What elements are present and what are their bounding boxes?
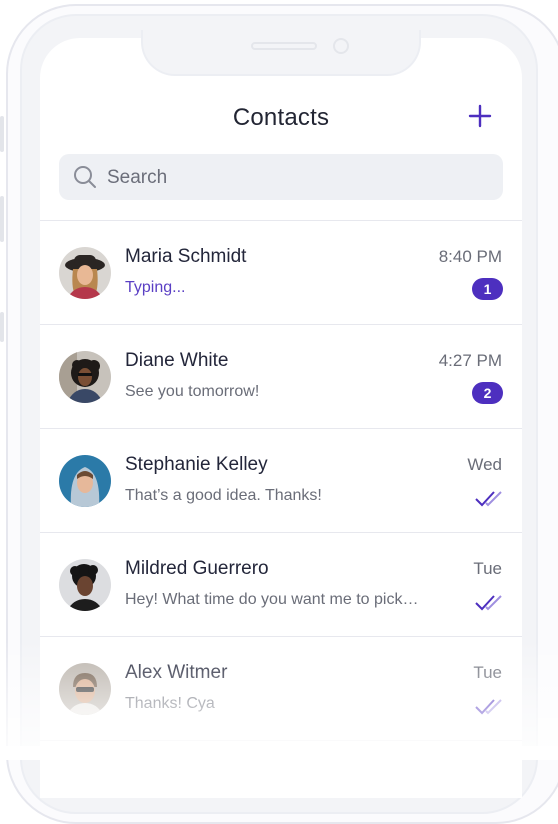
plus-icon — [468, 104, 492, 128]
avatar — [59, 663, 111, 715]
message-time: Tue — [473, 559, 502, 578]
search-input[interactable] — [105, 154, 489, 202]
last-message: That’s a good idea. Thanks! — [125, 487, 322, 504]
message-time: Tue — [473, 663, 502, 682]
double-check-icon — [475, 491, 502, 507]
avatar — [59, 455, 111, 507]
typing-indicator: Typing... — [125, 279, 186, 296]
double-check-icon — [475, 595, 502, 611]
unread-badge: 2 — [472, 382, 503, 404]
contact-list: Maria Schmidt Typing... 8:40 PM 1 Diane — [40, 220, 522, 741]
contact-row-maria-schmidt[interactable]: Maria Schmidt Typing... 8:40 PM 1 — [40, 221, 522, 325]
message-time: 8:40 PM — [438, 247, 502, 266]
contact-name: Alex Witmer — [125, 662, 228, 683]
bottom-edge — [0, 746, 558, 760]
contact-row-alex-witmer[interactable]: Alex Witmer Thanks! Cya Tue — [40, 637, 522, 741]
contact-name: Maria Schmidt — [125, 246, 247, 267]
speaker-icon — [251, 42, 317, 50]
search-icon — [74, 166, 96, 188]
phone-side-button — [0, 196, 4, 242]
phone-side-button — [0, 312, 4, 342]
last-message: Thanks! Cya — [125, 695, 215, 712]
avatar — [59, 247, 111, 299]
contact-name: Stephanie Kelley — [125, 454, 268, 475]
avatar — [59, 559, 111, 611]
phone-notch — [141, 30, 421, 76]
message-time: 4:27 PM — [438, 351, 502, 370]
app-screen: Contacts Maria — [40, 38, 522, 798]
add-contact-button[interactable] — [468, 104, 492, 128]
camera-icon — [333, 38, 349, 54]
last-message: See you tomorrow! — [125, 383, 260, 400]
search-bar[interactable] — [59, 154, 503, 202]
contact-row-stephanie-kelley[interactable]: Stephanie Kelley That’s a good idea. Tha… — [40, 429, 522, 533]
double-check-icon — [475, 699, 502, 715]
message-time: Wed — [467, 455, 502, 474]
avatar — [59, 351, 111, 403]
contact-name: Mildred Guerrero — [125, 558, 269, 579]
last-message: Hey! What time do you want me to pick… — [125, 591, 419, 608]
phone-side-button — [0, 116, 4, 152]
page-title: Contacts — [232, 104, 330, 131]
contact-name: Diane White — [125, 350, 229, 371]
unread-badge: 1 — [472, 278, 503, 300]
contact-row-mildred-guerrero[interactable]: Mildred Guerrero Hey! What time do you w… — [40, 533, 522, 637]
contact-row-diane-white[interactable]: Diane White See you tomorrow! 4:27 PM 2 — [40, 325, 522, 429]
